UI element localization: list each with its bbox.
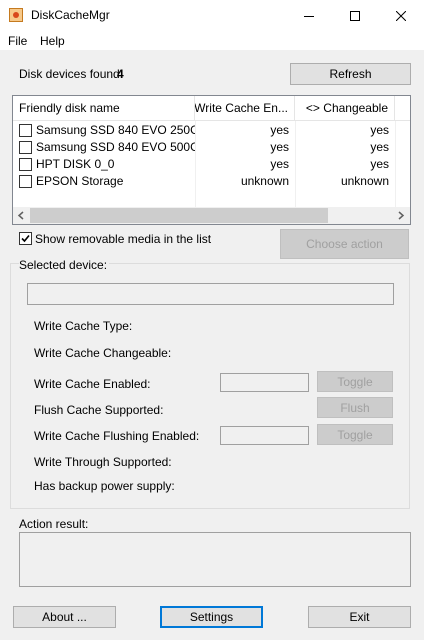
row-checkbox[interactable]: [19, 158, 32, 171]
disk-name: HPT DISK 0_0: [36, 157, 115, 171]
table-row[interactable]: Samsung SSD 840 EVO 250GB yes yes: [13, 122, 410, 139]
checkmark-icon: [21, 234, 30, 243]
minimize-icon: [304, 15, 314, 17]
choose-action-button[interactable]: Choose action: [280, 229, 409, 259]
menu-help[interactable]: Help: [40, 34, 65, 48]
about-button[interactable]: About ...: [13, 606, 116, 628]
write-cache-changeable-label: Write Cache Changeable:: [34, 346, 172, 360]
device-list[interactable]: Friendly disk name Write Cache En... <> …: [12, 95, 411, 225]
scroll-left-icon[interactable]: [17, 211, 25, 220]
show-removable-label[interactable]: Show removable media in the list: [35, 232, 211, 246]
write-cache-value: unknown: [240, 174, 289, 188]
scrollbar-thumb[interactable]: [30, 208, 328, 223]
table-row[interactable]: EPSON Storage unknown unknown: [13, 173, 410, 190]
column-header-write-cache[interactable]: Write Cache En...: [195, 96, 295, 121]
minimize-button[interactable]: [286, 0, 332, 31]
horizontal-scrollbar[interactable]: [13, 207, 410, 224]
window-title: DiskCacheMgr: [31, 8, 110, 22]
write-cache-enabled-label: Write Cache Enabled:: [34, 377, 151, 391]
disk-name: Samsung SSD 840 EVO 500GB: [36, 140, 195, 154]
table-row[interactable]: Samsung SSD 840 EVO 500GB yes yes: [13, 139, 410, 156]
changeable-value: yes: [370, 123, 389, 137]
changeable-value: yes: [370, 140, 389, 154]
table-row[interactable]: HPT DISK 0_0 yes yes: [13, 156, 410, 173]
disk-name: Samsung SSD 840 EVO 250GB: [36, 123, 195, 137]
close-button[interactable]: [378, 0, 424, 31]
maximize-icon: [350, 10, 360, 21]
menu-file[interactable]: File: [8, 34, 27, 48]
flush-cache-supported-label: Flush Cache Supported:: [34, 403, 164, 417]
backup-power-label: Has backup power supply:: [34, 479, 175, 493]
write-cache-flushing-field: [220, 426, 309, 445]
toggle-write-cache-button[interactable]: Toggle: [317, 371, 393, 392]
close-icon: [396, 10, 406, 21]
row-checkbox[interactable]: [19, 175, 32, 188]
toggle-flushing-button[interactable]: Toggle: [317, 424, 393, 445]
devices-found-label: Disk devices found:: [19, 67, 124, 81]
refresh-button[interactable]: Refresh: [290, 63, 411, 85]
write-cache-flushing-enabled-label: Write Cache Flushing Enabled:: [34, 429, 200, 443]
action-result-label: Action result:: [19, 517, 89, 531]
selected-device-label: Selected device:: [19, 258, 110, 272]
column-header-filler: [395, 96, 410, 121]
action-result-field: [19, 532, 411, 587]
write-cache-enabled-field: [220, 373, 309, 392]
disk-name: EPSON Storage: [36, 174, 124, 188]
write-cache-value: yes: [270, 157, 289, 171]
app-icon: [9, 8, 23, 22]
flush-button[interactable]: Flush: [317, 397, 393, 418]
changeable-value: yes: [370, 157, 389, 171]
selected-device-field: [27, 283, 394, 305]
devices-found-count: 4: [117, 67, 124, 81]
row-checkbox[interactable]: [19, 141, 32, 154]
show-removable-checkbox[interactable]: [19, 232, 32, 245]
write-cache-type-label: Write Cache Type:: [34, 319, 133, 333]
settings-button[interactable]: Settings: [160, 606, 263, 628]
row-checkbox[interactable]: [19, 124, 32, 137]
maximize-button[interactable]: [332, 0, 378, 31]
exit-button[interactable]: Exit: [308, 606, 411, 628]
column-header-name[interactable]: Friendly disk name: [13, 96, 195, 121]
write-cache-value: yes: [270, 140, 289, 154]
write-cache-value: yes: [270, 123, 289, 137]
column-header-changeable[interactable]: <> Changeable: [295, 96, 395, 121]
write-through-supported-label: Write Through Supported:: [34, 455, 172, 469]
changeable-value: unknown: [340, 174, 389, 188]
scroll-right-icon[interactable]: [397, 211, 405, 220]
